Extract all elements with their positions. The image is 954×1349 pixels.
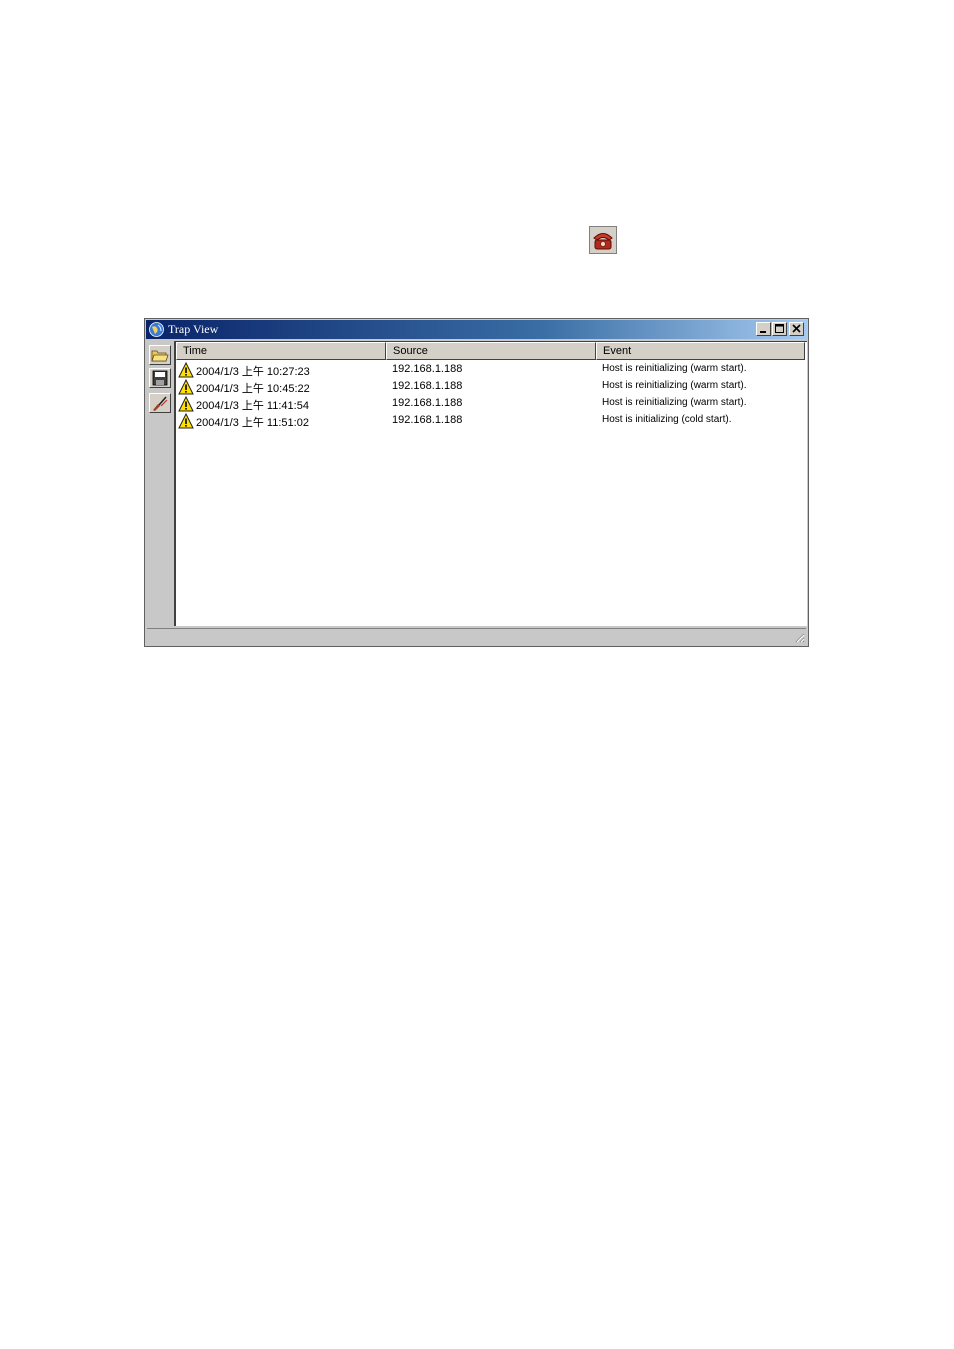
maximize-icon (775, 324, 784, 333)
minimize-button[interactable] (756, 322, 771, 336)
open-folder-icon (151, 350, 169, 362)
resize-grip-icon[interactable] (793, 631, 805, 643)
table-row[interactable]: 2004/1/3 上午 10:27:23 192.168.1.188 Host … (176, 362, 807, 379)
title-bar[interactable]: Trap View (146, 320, 807, 339)
cell-time: 2004/1/3 上午 11:51:02 (196, 417, 309, 429)
app-globe-icon (149, 322, 164, 337)
cell-source: 192.168.1.188 (392, 397, 463, 409)
side-toolbar (146, 340, 173, 628)
clear-icon (153, 396, 168, 411)
cell-event: Host is reinitializing (warm start). (602, 380, 747, 391)
warning-icon (178, 396, 194, 412)
trap-view-window: Trap View Time Source Event 2004/1/3 上午 … (144, 318, 809, 647)
cell-event: Host is reinitializing (warm start). (602, 397, 747, 408)
cell-time: 2004/1/3 上午 10:45:22 (196, 383, 310, 395)
maximize-button[interactable] (772, 322, 787, 336)
open-button[interactable] (149, 345, 171, 365)
column-header-event[interactable]: Event (596, 342, 805, 360)
list-header: Time Source Event (176, 342, 807, 360)
window-title: Trap View (168, 322, 219, 336)
close-icon (792, 324, 801, 333)
save-disk-icon (152, 370, 168, 386)
cell-source: 192.168.1.188 (392, 414, 463, 426)
status-bar (147, 628, 806, 644)
trap-view-launcher-button[interactable] (589, 226, 617, 254)
trap-list[interactable]: Time Source Event 2004/1/3 上午 10:27:23 1… (174, 341, 807, 626)
table-row[interactable]: 2004/1/3 上午 10:45:22 192.168.1.188 Host … (176, 379, 807, 396)
warning-icon (178, 362, 194, 378)
cell-event: Host is reinitializing (warm start). (602, 363, 747, 374)
warning-icon (178, 379, 194, 395)
close-button[interactable] (789, 322, 804, 336)
minimize-icon (760, 331, 766, 333)
column-header-source[interactable]: Source (386, 342, 596, 360)
table-row[interactable]: 2004/1/3 上午 11:51:02 192.168.1.188 Host … (176, 413, 807, 430)
clear-button[interactable] (149, 393, 171, 413)
save-button[interactable] (149, 368, 171, 388)
column-header-time[interactable]: Time (176, 342, 386, 360)
cell-time: 2004/1/3 上午 10:27:23 (196, 366, 310, 378)
cell-event: Host is initializing (cold start). (602, 414, 732, 425)
table-row[interactable]: 2004/1/3 上午 11:41:54 192.168.1.188 Host … (176, 396, 807, 413)
telephone-icon (593, 233, 613, 250)
cell-time: 2004/1/3 上午 11:41:54 (196, 400, 309, 412)
cell-source: 192.168.1.188 (392, 363, 463, 375)
cell-source: 192.168.1.188 (392, 380, 463, 392)
warning-icon (178, 413, 194, 429)
